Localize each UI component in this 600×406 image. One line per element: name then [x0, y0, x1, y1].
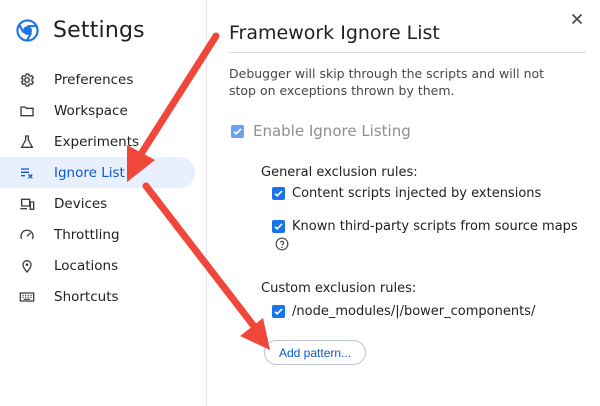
custom-rules-label: Custom exclusion rules: — [261, 281, 417, 296]
sidebar-item-label: Locations — [54, 257, 119, 274]
checkbox-checked-icon — [272, 187, 285, 200]
location-pin-icon — [18, 257, 36, 275]
settings-sidebar: Settings Preferences Workspace Experimen… — [0, 0, 207, 406]
speedometer-icon — [18, 226, 36, 244]
sidebar-item-shortcuts[interactable]: Shortcuts — [0, 281, 195, 312]
sidebar-item-label: Experiments — [54, 133, 140, 150]
sidebar-item-experiments[interactable]: Experiments — [0, 126, 195, 157]
flask-icon — [18, 133, 36, 151]
third-party-scripts-checkbox[interactable]: Known third-party scripts from source ma… — [272, 219, 578, 234]
checkbox-label: Known third-party scripts from source ma… — [292, 219, 578, 234]
devices-icon — [18, 195, 36, 213]
close-icon[interactable] — [568, 10, 586, 28]
title-divider — [229, 52, 586, 53]
content-scripts-checkbox[interactable]: Content scripts injected by extensions — [272, 186, 541, 201]
sidebar-item-locations[interactable]: Locations — [0, 250, 195, 281]
chrome-devtools-logo-icon — [16, 19, 39, 42]
ignore-list-icon — [18, 164, 36, 182]
checkbox-label: /node_modules/|/bower_components/ — [292, 304, 536, 319]
sidebar-item-label: Shortcuts — [54, 288, 119, 305]
checkbox-checked-icon — [272, 220, 285, 233]
sidebar-item-label: Devices — [54, 195, 108, 212]
sidebar-item-devices[interactable]: Devices — [0, 188, 195, 219]
sidebar-item-preferences[interactable]: Preferences — [0, 64, 195, 95]
enable-ignore-listing-checkbox[interactable]: Enable Ignore Listing — [231, 122, 411, 140]
sidebar-item-label: Ignore List — [54, 164, 125, 181]
panel-description: Debugger will skip through the scripts a… — [229, 66, 545, 98]
folder-icon — [18, 102, 36, 120]
sidebar-item-throttling[interactable]: Throttling — [0, 219, 195, 250]
gear-icon — [18, 71, 36, 89]
settings-title: Settings — [53, 18, 145, 43]
checkbox-checked-icon — [231, 124, 244, 138]
general-rules-label: General exclusion rules: — [261, 165, 418, 180]
checkbox-label: Enable Ignore Listing — [253, 122, 411, 140]
settings-nav: Preferences Workspace Experiments Ignore… — [0, 64, 195, 312]
sidebar-item-ignore-list[interactable]: Ignore List — [0, 157, 195, 188]
page-title: Framework Ignore List — [229, 22, 440, 44]
sidebar-item-label: Workspace — [54, 102, 128, 119]
checkbox-label: Content scripts injected by extensions — [292, 186, 542, 201]
sidebar-item-workspace[interactable]: Workspace — [0, 95, 195, 126]
settings-brand: Settings — [16, 18, 145, 43]
ignore-list-panel: Framework Ignore List Debugger will skip… — [208, 0, 600, 406]
sidebar-item-label: Throttling — [54, 226, 120, 243]
keyboard-icon — [18, 288, 36, 306]
checkbox-checked-icon — [272, 305, 285, 318]
add-pattern-button[interactable]: Add pattern... — [264, 340, 367, 365]
node-modules-pattern-checkbox[interactable]: /node_modules/|/bower_components/ — [272, 304, 535, 319]
sidebar-item-label: Preferences — [54, 71, 134, 88]
help-icon[interactable] — [275, 237, 289, 251]
